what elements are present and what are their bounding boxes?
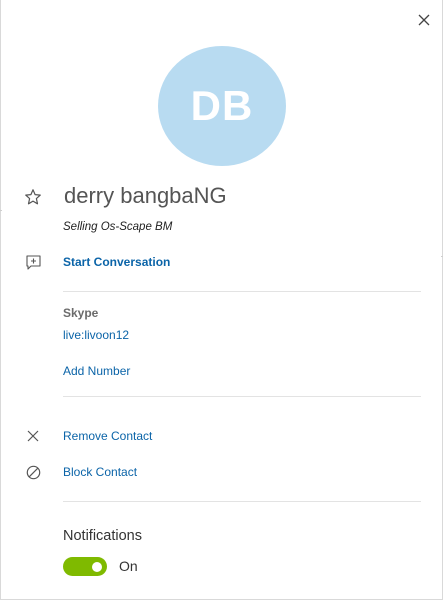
avatar-initials: DB <box>190 82 254 129</box>
chat-add-icon <box>23 252 43 272</box>
edge-tick-left <box>0 210 2 211</box>
favorite-button[interactable] <box>23 187 43 207</box>
start-conversation-button[interactable]: Start Conversation <box>23 250 170 274</box>
remove-contact-button[interactable]: Remove Contact <box>23 426 223 446</box>
x-icon <box>23 426 43 446</box>
close-icon <box>418 14 430 26</box>
block-icon <box>23 462 43 482</box>
remove-contact-label: Remove Contact <box>63 429 153 443</box>
add-number-link[interactable]: Add Number <box>63 364 130 378</box>
block-contact-label: Block Contact <box>63 465 138 479</box>
skype-id-link[interactable]: live:livoon12 <box>63 328 129 342</box>
contact-profile-panel: DB derry bangbaNG Selling Os-Scape BM St… <box>0 0 443 600</box>
start-conversation-label: Start Conversation <box>63 255 171 269</box>
notifications-toggle[interactable] <box>63 557 107 576</box>
mood-message: Selling Os-Scape BM <box>63 221 173 233</box>
contact-name: derry bangbaNG <box>64 183 227 208</box>
block-contact-button[interactable]: Block Contact <box>23 462 223 482</box>
close-button[interactable] <box>414 10 434 30</box>
notifications-title: Notifications <box>63 528 142 544</box>
divider <box>63 396 421 397</box>
notifications-state-label: On <box>119 558 138 574</box>
avatar: DB <box>158 46 286 166</box>
toggle-knob <box>92 561 102 572</box>
divider <box>63 501 421 502</box>
divider <box>63 291 421 292</box>
skype-section-label: Skype <box>63 306 99 320</box>
star-icon <box>25 189 41 205</box>
